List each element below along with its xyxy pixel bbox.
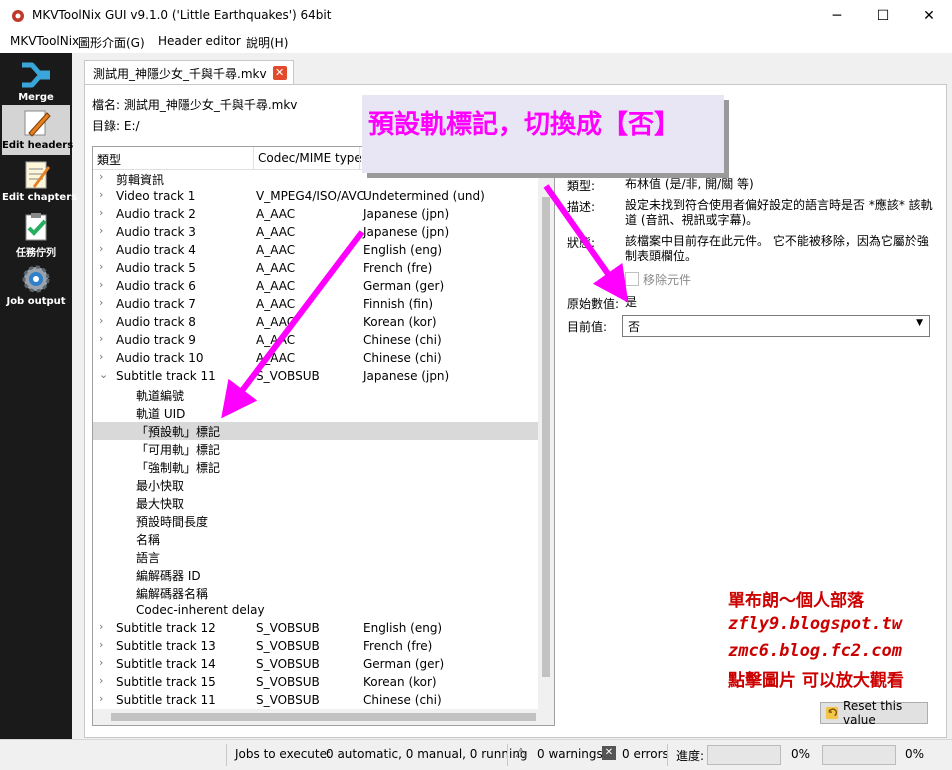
arrow-to-current-value [543,184,629,303]
annotation-arrows [221,184,629,419]
arrow-to-default-flag [221,230,365,419]
